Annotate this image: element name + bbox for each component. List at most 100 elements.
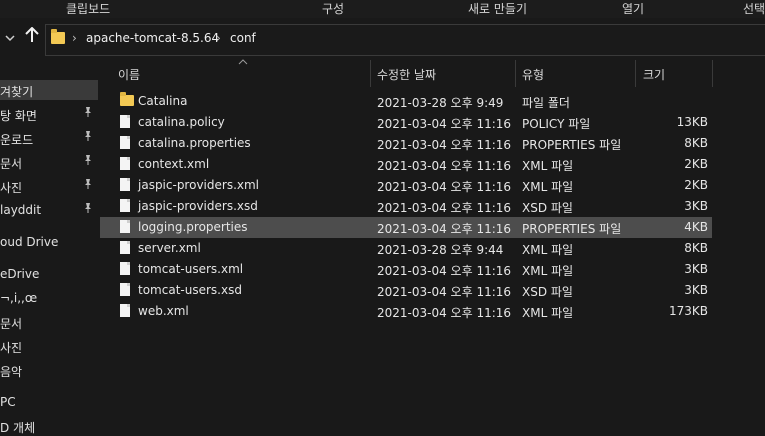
file-name: logging.properties bbox=[138, 220, 248, 234]
file-name: jaspic-providers.xml bbox=[138, 178, 260, 192]
file-modified: 2021-03-04 오후 11:16 bbox=[377, 180, 512, 194]
chevron-down-icon[interactable] bbox=[5, 32, 15, 46]
folder-icon bbox=[120, 92, 134, 106]
file-modified: 2021-03-28 오후 9:44 bbox=[377, 243, 504, 257]
up-arrow-icon[interactable] bbox=[25, 26, 39, 48]
sidebar-item[interactable]: 음악 bbox=[0, 360, 98, 380]
sidebar-item-label: 탕 화면 bbox=[0, 109, 37, 123]
column-divider[interactable] bbox=[635, 60, 636, 87]
column-modified[interactable]: 수정한 날짜 bbox=[377, 66, 436, 83]
column-divider[interactable] bbox=[515, 60, 516, 87]
file-modified: 2021-03-04 오후 11:16 bbox=[377, 117, 512, 131]
file-size: 3KB bbox=[684, 262, 708, 276]
file-row[interactable]: jaspic-providers.xsd 2021-03-04 오후 11:16 X… bbox=[100, 196, 712, 217]
sidebar-item[interactable]: layddit bbox=[0, 200, 98, 220]
sidebar-item[interactable]: 운로드 bbox=[0, 128, 98, 148]
ribbon-label-clipboard: 클립보드 bbox=[66, 2, 111, 16]
file-row[interactable]: catalina.policy 2021-03-04 오후 11:16 POLICY… bbox=[100, 112, 712, 133]
file-row[interactable]: Catalina 2021-03-28 오후 9:49 파일 폴더 bbox=[100, 91, 712, 112]
sidebar-item[interactable]: 문서 bbox=[0, 152, 98, 172]
ribbon-label-select: 선택 bbox=[743, 2, 765, 16]
file-modified: 2021-03-04 오후 11:16 bbox=[377, 138, 512, 152]
sidebar-item-label: eDrive bbox=[0, 267, 40, 281]
file-icon bbox=[120, 115, 130, 128]
sidebar-item[interactable]: 사진 bbox=[0, 336, 98, 356]
pin-icon bbox=[82, 202, 94, 214]
address-bar[interactable]: › apache-tomcat-8.5.64 › conf bbox=[45, 24, 765, 56]
sidebar-item[interactable]: 탕 화면 bbox=[0, 104, 98, 124]
file-name: catalina.properties bbox=[138, 136, 251, 150]
sidebar-item[interactable]: ¬,i,,œ bbox=[0, 288, 98, 308]
file-row[interactable]: context.xml 2021-03-04 오후 11:16 XML 파일 2KB bbox=[100, 154, 712, 175]
file-name: server.xml bbox=[138, 241, 201, 255]
breadcrumb-conf[interactable]: conf bbox=[230, 31, 256, 45]
breadcrumb-separator: › bbox=[216, 31, 221, 45]
sidebar-item-label: 사진 bbox=[0, 341, 23, 355]
navigation-pane: 겨찾기 탕 화면 운로드 문서 사진 layddit oud Drive eDrive ¬,i,… bbox=[0, 60, 100, 436]
file-row[interactable]: jaspic-providers.xml 2021-03-04 오후 11:16 X… bbox=[100, 175, 712, 196]
column-divider[interactable] bbox=[712, 60, 713, 87]
file-size: 2KB bbox=[684, 178, 708, 192]
sidebar-item[interactable]: eDrive bbox=[0, 264, 98, 284]
file-type: PROPERTIES 파일 bbox=[522, 138, 622, 152]
sidebar-item-label: 문서 bbox=[0, 157, 23, 171]
file-name: tomcat-users.xml bbox=[138, 262, 244, 276]
breadcrumb-separator: › bbox=[72, 31, 77, 45]
sidebar-item-label: oud Drive bbox=[0, 235, 59, 249]
ribbon-label-open: 열기 bbox=[622, 2, 645, 16]
file-modified: 2021-03-04 오후 11:16 bbox=[377, 264, 512, 278]
file-icon bbox=[120, 157, 130, 170]
file-name: web.xml bbox=[138, 304, 189, 318]
file-type: XML 파일 bbox=[522, 306, 574, 320]
sidebar-item[interactable]: PC bbox=[0, 392, 98, 412]
file-name: tomcat-users.xsd bbox=[138, 283, 242, 297]
file-icon bbox=[120, 220, 130, 233]
sidebar-item[interactable]: 문서 bbox=[0, 312, 98, 332]
file-row[interactable]: logging.properties 2021-03-04 오후 11:16 PRO… bbox=[100, 217, 712, 238]
sidebar-item[interactable]: oud Drive bbox=[0, 232, 98, 252]
file-row[interactable]: tomcat-users.xml 2021-03-04 오후 11:16 XML 파… bbox=[100, 259, 712, 280]
file-name: Catalina bbox=[138, 94, 188, 108]
file-row[interactable]: tomcat-users.xsd 2021-03-04 오후 11:16 XSD 파… bbox=[100, 280, 712, 301]
breadcrumb-apache-tomcat[interactable]: apache-tomcat-8.5.64 bbox=[86, 31, 219, 45]
file-type: XSD 파일 bbox=[522, 285, 573, 299]
pin-icon bbox=[82, 178, 94, 190]
navigation-bar: › apache-tomcat-8.5.64 › conf bbox=[0, 24, 765, 56]
file-modified: 2021-03-04 오후 11:16 bbox=[377, 159, 512, 173]
file-modified: 2021-03-04 오후 11:16 bbox=[377, 285, 512, 299]
column-divider[interactable] bbox=[370, 60, 371, 87]
file-row[interactable]: web.xml 2021-03-04 오후 11:16 XML 파일 173KB bbox=[100, 301, 712, 322]
sidebar-item[interactable]: D 개체 bbox=[0, 416, 98, 436]
file-name: jaspic-providers.xsd bbox=[138, 199, 258, 213]
column-size[interactable]: 크기 bbox=[643, 66, 665, 83]
file-name: catalina.policy bbox=[138, 115, 225, 129]
column-name[interactable]: 이름 bbox=[118, 66, 140, 83]
file-size: 173KB bbox=[668, 304, 708, 318]
sidebar-item-label: layddit bbox=[0, 203, 42, 217]
file-size: 13KB bbox=[676, 115, 708, 129]
sidebar-item-label: 겨찾기 bbox=[0, 85, 34, 99]
sidebar-item-label: PC bbox=[0, 395, 16, 409]
file-type: POLICY 파일 bbox=[522, 117, 591, 131]
pin-icon bbox=[82, 106, 94, 118]
file-size: 2KB bbox=[684, 157, 708, 171]
file-icon bbox=[120, 283, 130, 296]
sidebar-item[interactable]: 사진 bbox=[0, 176, 98, 196]
file-row[interactable]: server.xml 2021-03-28 오후 9:44 XML 파일 8KB bbox=[100, 238, 712, 259]
file-icon bbox=[120, 178, 130, 191]
file-modified: 2021-03-04 오후 11:16 bbox=[377, 201, 512, 215]
sidebar-item-label: D 개체 bbox=[0, 421, 36, 435]
sidebar-item-label: 운로드 bbox=[0, 133, 34, 147]
sidebar-item-label: 음악 bbox=[0, 365, 23, 379]
file-size: 3KB bbox=[684, 283, 708, 297]
ribbon-label-new: 새로 만들기 bbox=[468, 2, 528, 16]
file-icon bbox=[120, 241, 130, 254]
file-type: XSD 파일 bbox=[522, 201, 573, 215]
file-modified: 2021-03-28 오후 9:49 bbox=[377, 96, 504, 110]
sidebar-item-label: 문서 bbox=[0, 317, 23, 331]
column-type[interactable]: 유형 bbox=[522, 66, 544, 83]
file-row[interactable]: catalina.properties 2021-03-04 오후 11:16 PR… bbox=[100, 133, 712, 154]
pin-icon bbox=[82, 154, 94, 166]
file-icon bbox=[120, 199, 130, 212]
sidebar-item[interactable]: 겨찾기 bbox=[0, 80, 98, 100]
